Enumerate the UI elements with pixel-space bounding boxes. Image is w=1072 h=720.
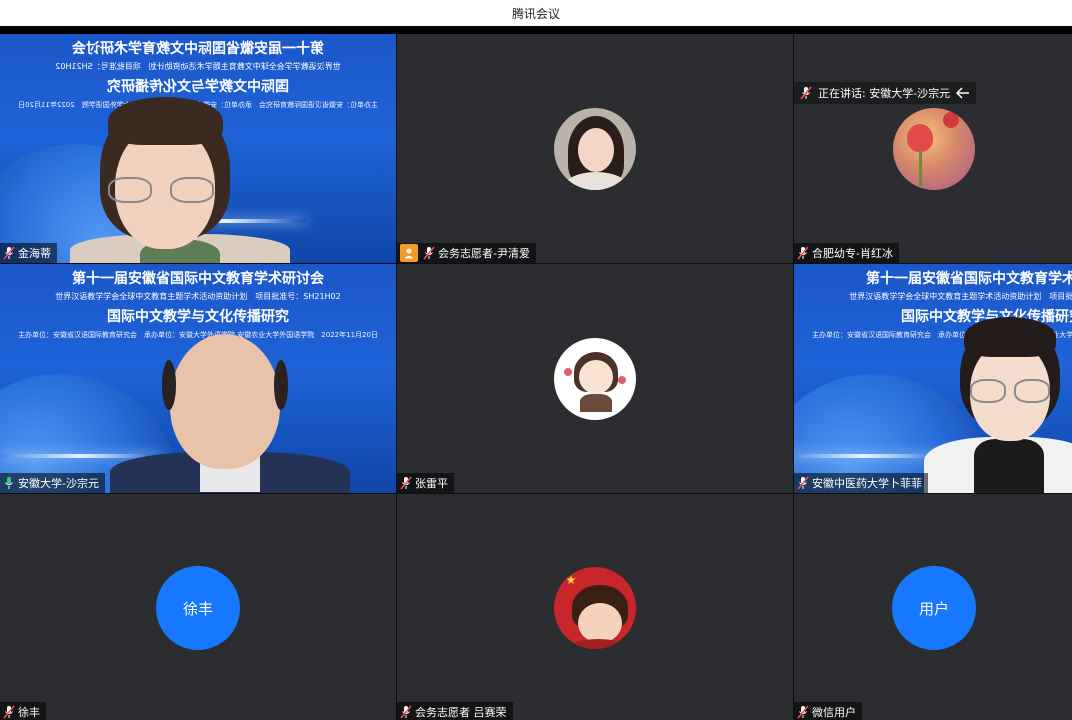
participant-name-tag: 安徽大学-沙宗元	[0, 473, 105, 493]
banner-topic: 国际中文教学与文化传播研究	[107, 309, 289, 325]
avatar	[893, 107, 975, 190]
video-tile-7[interactable]: 徐丰 徐丰	[0, 494, 396, 720]
window-title: 腾讯会议	[511, 6, 560, 21]
video-grid: 第十一届安徽省国际中文教育学术研讨会 世界汉语教学学会全球中文教育主题学术活动资…	[0, 34, 1072, 720]
participant-name: 金海蒂	[18, 247, 51, 260]
participant-name: 安徽大学-沙宗元	[18, 477, 99, 490]
participant-video	[110, 324, 350, 493]
participant-name-tag: 微信用户	[794, 702, 862, 720]
banner-title: 第十一届安徽省国际中文教育学术研讨会	[72, 271, 324, 287]
speaking-indicator: 正在讲话: 安徽大学-沙宗元	[794, 82, 977, 104]
participant-name: 徐丰	[18, 706, 40, 719]
mic-active-icon	[5, 477, 13, 489]
banner-title: 第十一届安徽省国际中文教育学术研讨会	[866, 271, 1072, 287]
host-icon	[400, 244, 418, 262]
video-tile-3[interactable]: 正在讲话: 安徽大学-沙宗元 合肥幼专-肖红冰	[794, 34, 1072, 263]
participant-name: 会务志愿者-尹清爱	[438, 247, 530, 260]
collapse-arrow-icon[interactable]	[956, 87, 970, 99]
mic-muted-icon	[423, 246, 435, 260]
participant-name: 会务志愿者 吕赛荣	[415, 706, 507, 719]
video-tile-8[interactable]: 会务志愿者 吕赛荣	[397, 494, 793, 720]
participant-name-tag: 会务志愿者-尹清爱	[397, 243, 536, 263]
avatar	[554, 567, 636, 649]
speaking-text: 正在讲话: 安徽大学-沙宗元	[818, 87, 951, 100]
mic-muted-icon	[400, 476, 412, 490]
banner-project: 项目批准号：SH21H02	[55, 62, 141, 71]
mic-muted-icon	[797, 246, 809, 260]
video-tile-6[interactable]: 第十一届安徽省国际中文教育学术研讨会 世界汉语教学学会全球中文教育主题学术活动资…	[794, 264, 1072, 493]
banner-title: 第十一届安徽省国际中文教育学术研讨会	[72, 41, 324, 57]
avatar-label: 徐丰	[182, 599, 213, 618]
participant-name-tag: 合肥幼专-肖红冰	[794, 243, 899, 263]
mic-muted-icon	[797, 705, 809, 719]
avatar-initials: 用户	[892, 566, 976, 650]
video-tile-5[interactable]: 张雷平	[397, 264, 793, 493]
participant-video	[924, 317, 1072, 493]
mic-muted-icon	[3, 246, 15, 260]
banner-project: 项目批准号：SH21H02	[1049, 292, 1072, 301]
mic-muted-icon	[800, 86, 812, 100]
avatar-initials: 徐丰	[156, 566, 240, 650]
participant-name: 安徽中医药大学卜菲菲	[812, 477, 922, 490]
video-tile-9[interactable]: 用户 微信用户	[794, 494, 1072, 720]
banner-sub: 世界汉语教学学会全球中文教育主题学术活动资助计划	[849, 292, 1042, 301]
video-tile-2[interactable]: 会务志愿者-尹清爱	[397, 34, 793, 263]
participant-video	[70, 89, 290, 263]
participant-name: 张雷平	[415, 477, 448, 490]
avatar	[554, 107, 636, 190]
mic-muted-icon	[3, 705, 15, 719]
video-tile-4[interactable]: 第十一届安徽省国际中文教育学术研讨会 世界汉语教学学会全球中文教育主题学术活动资…	[0, 264, 396, 493]
participant-name: 微信用户	[812, 706, 856, 719]
avatar	[554, 337, 636, 420]
participant-name: 合肥幼专-肖红冰	[812, 247, 893, 260]
avatar-label: 用户	[918, 599, 949, 618]
banner-sub: 世界汉语教学学会全球中文教育主题学术活动资助计划	[55, 292, 248, 301]
mic-muted-icon	[797, 476, 809, 490]
participant-name-tag: 会务志愿者 吕赛荣	[397, 702, 513, 720]
banner-date: 2022年11月20日	[18, 101, 75, 109]
participant-name-tag: 金海蒂	[0, 243, 57, 263]
mic-muted-icon	[400, 705, 412, 719]
banner-project: 项目批准号：SH21H02	[255, 292, 341, 301]
participant-name-tag: 张雷平	[397, 473, 454, 493]
participant-name-tag: 徐丰	[0, 702, 46, 720]
window-titlebar: 腾讯会议	[0, 0, 1072, 26]
banner-sub: 世界汉语教学学会全球中文教育主题学术活动资助计划	[148, 62, 341, 71]
video-tile-1[interactable]: 第十一届安徽省国际中文教育学术研讨会 世界汉语教学学会全球中文教育主题学术活动资…	[0, 34, 396, 263]
participant-name-tag: 安徽中医药大学卜菲菲	[794, 473, 928, 493]
